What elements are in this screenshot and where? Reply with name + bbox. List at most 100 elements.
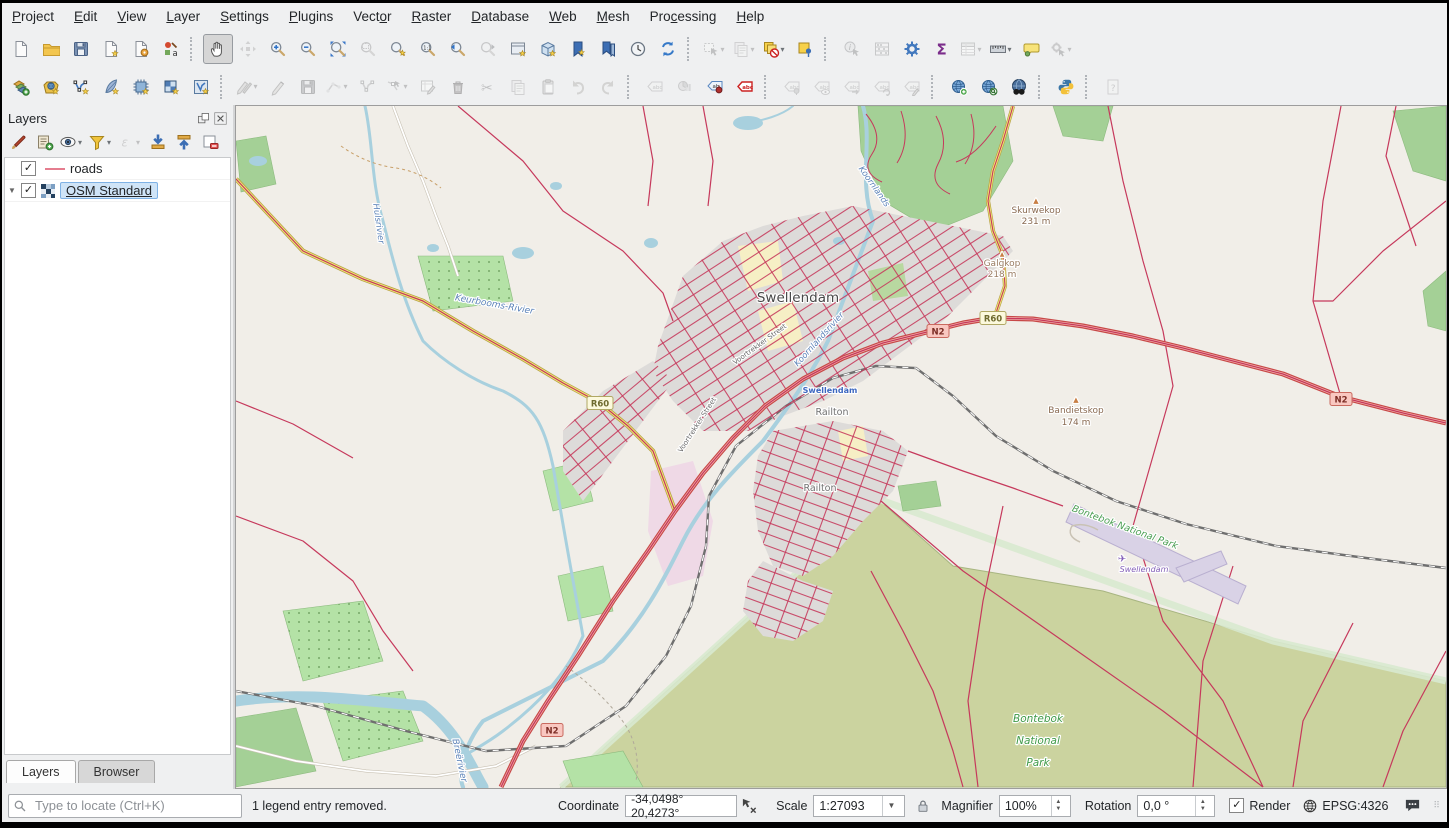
rotate-label-button[interactable]: abc — [867, 72, 897, 102]
expander-icon[interactable]: ▼ — [5, 186, 19, 195]
select-features-button[interactable]: ▾ — [700, 34, 730, 64]
cut-features-button[interactable]: ✂ — [473, 72, 503, 102]
dropdown-arrow-icon[interactable]: ▾ — [344, 82, 352, 91]
zoom-to-layer-button[interactable] — [383, 34, 413, 64]
select-by-value-button[interactable] — [790, 34, 820, 64]
dropdown-arrow-icon[interactable]: ▾ — [721, 45, 729, 54]
open-project-button[interactable] — [36, 34, 66, 64]
messages-icon[interactable] — [1404, 797, 1421, 814]
tab-layers[interactable]: Layers — [6, 760, 76, 783]
add-feature-button[interactable] — [353, 72, 383, 102]
redo-button[interactable] — [593, 72, 623, 102]
zoom-next-button[interactable] — [473, 34, 503, 64]
measure-button[interactable]: ▾ — [987, 34, 1017, 64]
panel-close-icon[interactable] — [213, 111, 227, 125]
map-tips-button[interactable] — [1017, 34, 1047, 64]
coordinate-input[interactable]: -34,0498° 20,4273° — [625, 795, 737, 817]
menu-help[interactable]: Help — [726, 5, 774, 28]
layer-row-roads[interactable]: ✓ roads — [5, 158, 230, 180]
new-spatial-bookmark-button[interactable] — [563, 34, 593, 64]
layer-diagram-options-button[interactable] — [670, 72, 700, 102]
layer-name-osm-standard[interactable]: OSM Standard — [60, 182, 158, 199]
new-3d-map-view-button[interactable] — [533, 34, 563, 64]
menu-layer[interactable]: Layer — [156, 5, 210, 28]
menu-mesh[interactable]: Mesh — [587, 5, 640, 28]
help-contents-button[interactable]: ? — [1098, 72, 1128, 102]
layer-row-osm-standard[interactable]: ▼ ✓ OSM Standard — [5, 180, 230, 202]
layer-name-roads[interactable]: roads — [70, 161, 103, 176]
rotation-spinbox[interactable]: 0,0 ° ▲▼ — [1137, 795, 1215, 817]
dropdown-arrow-icon[interactable]: ▾ — [78, 138, 86, 147]
temporal-controller-button[interactable] — [623, 34, 653, 64]
add-delimited-text-layer-button[interactable] — [126, 72, 156, 102]
save-layer-edits-button[interactable] — [293, 72, 323, 102]
crs-globe-icon[interactable] — [1302, 798, 1318, 814]
metasearch-button[interactable] — [974, 72, 1004, 102]
change-label-button[interactable]: abc — [897, 72, 927, 102]
dropdown-arrow-icon[interactable]: ▾ — [781, 45, 789, 54]
toggle-extents-icon[interactable] — [741, 797, 758, 814]
magnifier-spinbox[interactable]: 100% ▲▼ — [999, 795, 1071, 817]
python-console-button[interactable] — [1051, 72, 1081, 102]
dropdown-arrow-icon[interactable]: ▾ — [1008, 45, 1016, 54]
collapse-all-button[interactable] — [171, 129, 197, 155]
crs-value[interactable]: EPSG:4326 — [1322, 799, 1388, 813]
layer-checkbox-osm[interactable]: ✓ — [21, 183, 36, 198]
statistical-summary-button[interactable]: Σ — [927, 34, 957, 64]
undo-button[interactable] — [563, 72, 593, 102]
new-project-button[interactable] — [6, 34, 36, 64]
menu-plugins[interactable]: Plugins — [279, 5, 343, 28]
dropdown-arrow-icon[interactable]: ▾ — [751, 45, 759, 54]
menu-database[interactable]: Database — [461, 5, 539, 28]
pin-unpin-labels-button[interactable]: abc — [777, 72, 807, 102]
run-feature-action-button[interactable]: ▾ — [1047, 34, 1077, 64]
field-calculator-button[interactable] — [867, 34, 897, 64]
vertex-tool-button[interactable]: ▾ — [383, 72, 413, 102]
highlight-pinned-labels-button[interactable]: abc — [730, 72, 760, 102]
delete-selected-button[interactable] — [443, 72, 473, 102]
filter-by-expression-button[interactable]: ε▾ — [116, 129, 145, 155]
add-virtual-layer-button[interactable] — [186, 72, 216, 102]
add-vector-layer-button[interactable] — [36, 72, 66, 102]
web-add-service-button[interactable] — [944, 72, 974, 102]
layer-styling-button[interactable] — [6, 129, 32, 155]
menu-vector[interactable]: Vector — [343, 5, 401, 28]
osm-place-search-button[interactable] — [1004, 72, 1034, 102]
render-checkbox[interactable]: ✓ — [1229, 798, 1244, 813]
filter-legend-button[interactable]: ▾ — [87, 129, 116, 155]
lock-icon[interactable] — [915, 798, 931, 814]
expand-all-button[interactable] — [145, 129, 171, 155]
add-spatialite-layer-button[interactable] — [156, 72, 186, 102]
processing-toolbox-button[interactable] — [897, 34, 927, 64]
modify-attributes-button[interactable] — [413, 72, 443, 102]
panel-float-icon[interactable] — [196, 111, 210, 125]
add-group-button[interactable] — [32, 129, 58, 155]
refresh-button[interactable] — [653, 34, 683, 64]
pan-to-selection-button[interactable] — [233, 34, 263, 64]
current-edits-button[interactable]: ▾ — [233, 72, 263, 102]
dropdown-arrow-icon[interactable]: ▾ — [136, 138, 144, 147]
resize-grip[interactable]: ⠿ — [1433, 800, 1441, 811]
dropdown-arrow-icon[interactable]: ▾ — [404, 82, 412, 91]
add-raster-layer-button[interactable] — [66, 72, 96, 102]
render-toggle[interactable]: ✓ Render — [1229, 798, 1290, 813]
menu-view[interactable]: View — [107, 5, 156, 28]
dropdown-arrow-icon[interactable]: ▾ — [254, 82, 262, 91]
style-manager-button[interactable]: a — [156, 34, 186, 64]
pan-map-button[interactable] — [203, 34, 233, 64]
move-label-button[interactable]: abc — [837, 72, 867, 102]
spinner-arrows[interactable]: ▲▼ — [1195, 796, 1209, 816]
menu-settings[interactable]: Settings — [210, 5, 279, 28]
data-source-manager-button[interactable] — [6, 72, 36, 102]
menu-edit[interactable]: Edit — [64, 5, 107, 28]
tab-browser[interactable]: Browser — [78, 760, 156, 783]
zoom-in-button[interactable] — [263, 34, 293, 64]
deselect-features-button[interactable]: ▾ — [730, 34, 760, 64]
scale-combobox[interactable]: 1:27093 ▼ — [813, 795, 905, 817]
toggle-editing-button[interactable] — [263, 72, 293, 102]
new-map-view-button[interactable] — [503, 34, 533, 64]
menu-project[interactable]: Project — [2, 5, 64, 28]
locate-input[interactable]: Type to locate (Ctrl+K) — [8, 794, 242, 818]
layer-labeling-options-button[interactable]: abc — [640, 72, 670, 102]
attribute-table-button[interactable]: ▾ — [957, 34, 987, 64]
